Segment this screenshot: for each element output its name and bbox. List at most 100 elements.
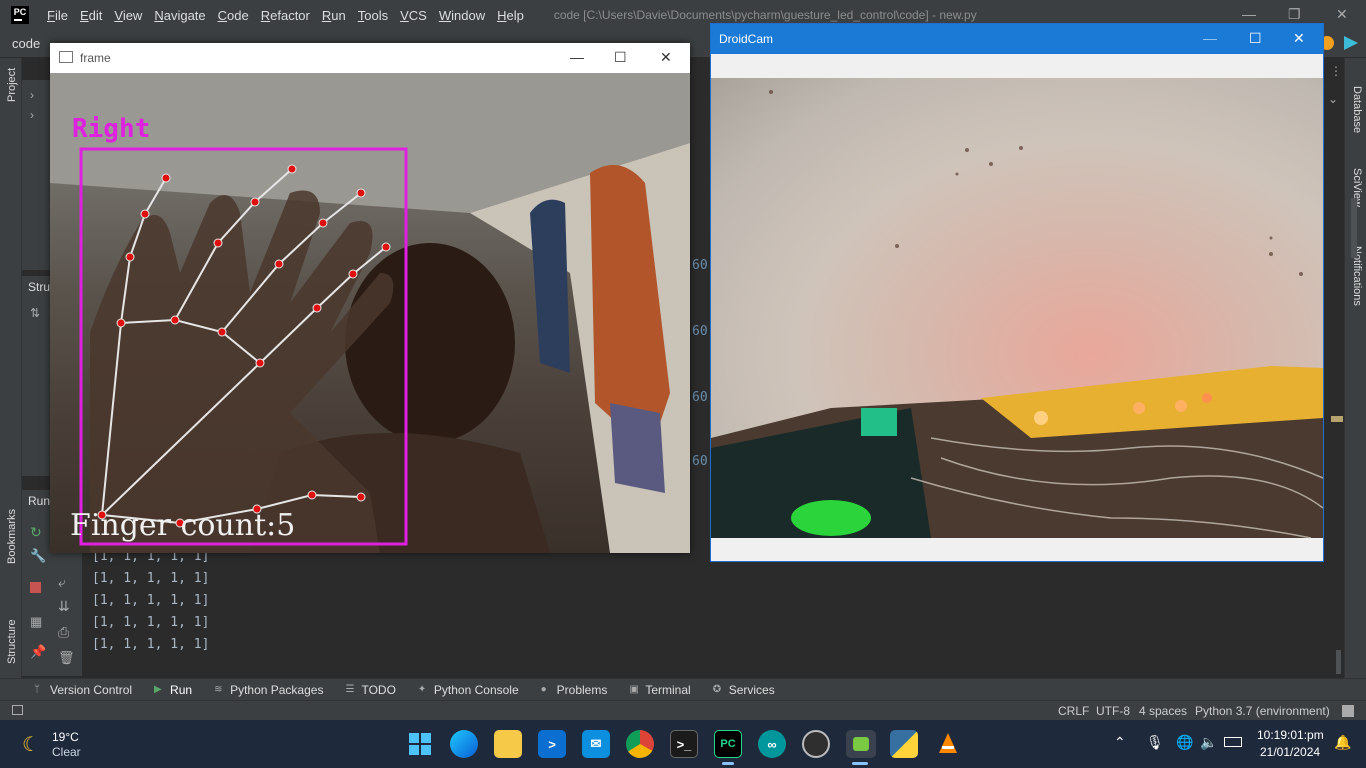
- print-icon[interactable]: ⎙: [58, 624, 69, 641]
- database-tool-label[interactable]: Database: [1351, 86, 1363, 133]
- tab-python-packages[interactable]: ≋ Python Packages: [214, 683, 323, 697]
- layout-toggle-icon[interactable]: [12, 705, 23, 715]
- droidcam-window[interactable]: DroidCam — ☐ ✕: [710, 23, 1324, 562]
- indent-setting[interactable]: 4 spaces: [1139, 704, 1187, 718]
- tab-version-control[interactable]: ᛘ Version Control: [34, 683, 132, 697]
- pycharm-taskbar-icon[interactable]: PC: [714, 730, 742, 758]
- structure-tool-label[interactable]: Structure: [6, 619, 18, 664]
- tab-python-console[interactable]: ✦ Python Console: [418, 683, 519, 697]
- minimize-icon[interactable]: —: [1203, 30, 1217, 46]
- menu-help[interactable]: Help: [491, 8, 530, 23]
- vlc-player-icon[interactable]: [934, 730, 962, 758]
- terminal-icon: ▣: [629, 683, 639, 695]
- minimize-icon[interactable]: —: [570, 49, 584, 65]
- start-menu-icon[interactable]: [406, 730, 434, 758]
- lock-icon[interactable]: [1342, 705, 1354, 717]
- branch-icon: ᛘ: [34, 683, 40, 695]
- menu-view[interactable]: View: [108, 8, 148, 23]
- tab-terminal[interactable]: ▣ Terminal: [629, 683, 690, 697]
- close-icon[interactable]: ✕: [660, 49, 672, 66]
- ide-close-icon[interactable]: ✕: [1336, 6, 1348, 23]
- pycharm-running-indicator: [722, 762, 734, 765]
- chevron-right-icon[interactable]: ›: [30, 108, 34, 122]
- ide-minimize-icon[interactable]: —: [1242, 6, 1256, 22]
- droidcam-window-title: DroidCam: [719, 32, 774, 46]
- tab-services[interactable]: ✪ Services: [713, 683, 775, 697]
- tab-problems[interactable]: ● Problems: [541, 683, 608, 697]
- chevron-down-icon[interactable]: ⌄: [1328, 92, 1338, 106]
- edge-browser-icon[interactable]: [450, 730, 478, 758]
- menu-code[interactable]: Code: [212, 8, 255, 23]
- tool-window-bar: ᛘ Version Control ▶ Run ≋ Python Packages ☰…: [0, 678, 1366, 700]
- notification-bell-icon[interactable]: 🔔: [1334, 734, 1351, 751]
- chevron-up-icon[interactable]: ⌃: [1114, 734, 1126, 751]
- window-app-icon: [59, 51, 73, 63]
- clock-time[interactable]: 10:19:01:pm: [1257, 728, 1324, 742]
- finger-count-text: Finger count:5: [70, 508, 295, 543]
- close-icon[interactable]: ✕: [1293, 30, 1305, 47]
- arduino-ide-icon[interactable]: ∞: [758, 730, 786, 758]
- chevron-right-icon[interactable]: ›: [30, 88, 34, 102]
- menu-file[interactable]: File: [41, 8, 74, 23]
- scrollbar-thumb[interactable]: [1351, 198, 1357, 258]
- tab-todo[interactable]: ☰ TODO: [345, 683, 395, 697]
- info-icon: ●: [540, 683, 547, 695]
- frame-title-bar[interactable]: frame — ☐ ✕: [50, 43, 690, 73]
- hand-silhouette: [90, 190, 394, 553]
- weather-description[interactable]: Clear: [52, 745, 81, 759]
- microphone-icon[interactable]: 🎙: [1146, 734, 1164, 751]
- wrench-icon[interactable]: 🔧: [30, 548, 46, 564]
- project-tool-label[interactable]: Project: [6, 68, 18, 102]
- droidcam-taskbar-icon[interactable]: [846, 730, 876, 758]
- run-panel-title: Run: [28, 494, 51, 508]
- console-line: [1, 1, 1, 1, 1]: [92, 637, 210, 652]
- menu-tools[interactable]: Tools: [352, 8, 394, 23]
- bookmarks-tool-label[interactable]: Bookmarks: [6, 509, 18, 564]
- terminal-app-icon[interactable]: >_: [670, 730, 698, 758]
- menu-vcs[interactable]: VCS: [394, 8, 433, 23]
- menu-window[interactable]: Window: [433, 8, 491, 23]
- frame-window[interactable]: frame — ☐ ✕ Right Finger count:5: [50, 43, 690, 553]
- sort-icon[interactable]: ⇅: [30, 306, 40, 320]
- droidcam-video-feed: [711, 78, 1323, 538]
- clock-date[interactable]: 21/01/2024: [1260, 745, 1320, 759]
- battery-icon[interactable]: [1224, 737, 1242, 747]
- obs-studio-icon[interactable]: [802, 730, 830, 758]
- speaker-icon[interactable]: 🔈: [1200, 734, 1217, 751]
- python-app-icon[interactable]: [890, 730, 918, 758]
- console-scrollbar-thumb[interactable]: [1336, 650, 1341, 674]
- menu-refactor[interactable]: Refactor: [255, 8, 316, 23]
- console-line: [1, 1, 1, 1, 1]: [92, 593, 210, 608]
- menu-edit[interactable]: Edit: [74, 8, 108, 23]
- menu-navigate[interactable]: Navigate: [148, 8, 211, 23]
- menu-run[interactable]: Run: [316, 8, 352, 23]
- tab-run[interactable]: ▶ Run: [154, 683, 192, 697]
- tab-label: Python Console: [433, 682, 519, 697]
- feedback-app-icon[interactable]: ✉: [582, 730, 610, 758]
- network-icon[interactable]: 🌐: [1176, 734, 1193, 751]
- powershell-icon[interactable]: >: [538, 730, 566, 758]
- ide-restore-icon[interactable]: ❐: [1288, 6, 1301, 23]
- droidcam-title-bar[interactable]: DroidCam — ☐ ✕: [711, 24, 1323, 54]
- person-head: [345, 243, 515, 443]
- rerun-icon[interactable]: ↻: [30, 524, 42, 541]
- file-encoding[interactable]: UTF-8: [1096, 704, 1130, 718]
- chrome-browser-icon[interactable]: [626, 730, 654, 758]
- maximize-icon[interactable]: ☐: [614, 49, 627, 66]
- layout-icon[interactable]: ▦: [30, 614, 42, 630]
- soft-wrap-icon[interactable]: ⤶: [58, 574, 66, 591]
- file-explorer-icon[interactable]: [494, 730, 522, 758]
- maximize-icon[interactable]: ☐: [1249, 30, 1262, 47]
- tab-label: Problems: [556, 682, 608, 697]
- weather-temperature[interactable]: 19°C: [52, 730, 79, 744]
- pin-icon[interactable]: 📌: [30, 644, 46, 660]
- stop-icon[interactable]: [30, 582, 41, 593]
- more-options-icon[interactable]: ⋮: [1330, 64, 1342, 78]
- moon-weather-icon[interactable]: ☾: [22, 732, 40, 757]
- python-interpreter[interactable]: Python 3.7 (environment): [1195, 704, 1330, 718]
- services-icon: ✪: [712, 683, 722, 695]
- scroll-to-end-icon[interactable]: ⇊: [58, 598, 70, 615]
- trash-icon[interactable]: 🗑: [58, 650, 75, 666]
- line-separator[interactable]: CRLF: [1058, 704, 1089, 718]
- breadcrumb[interactable]: code: [12, 36, 40, 51]
